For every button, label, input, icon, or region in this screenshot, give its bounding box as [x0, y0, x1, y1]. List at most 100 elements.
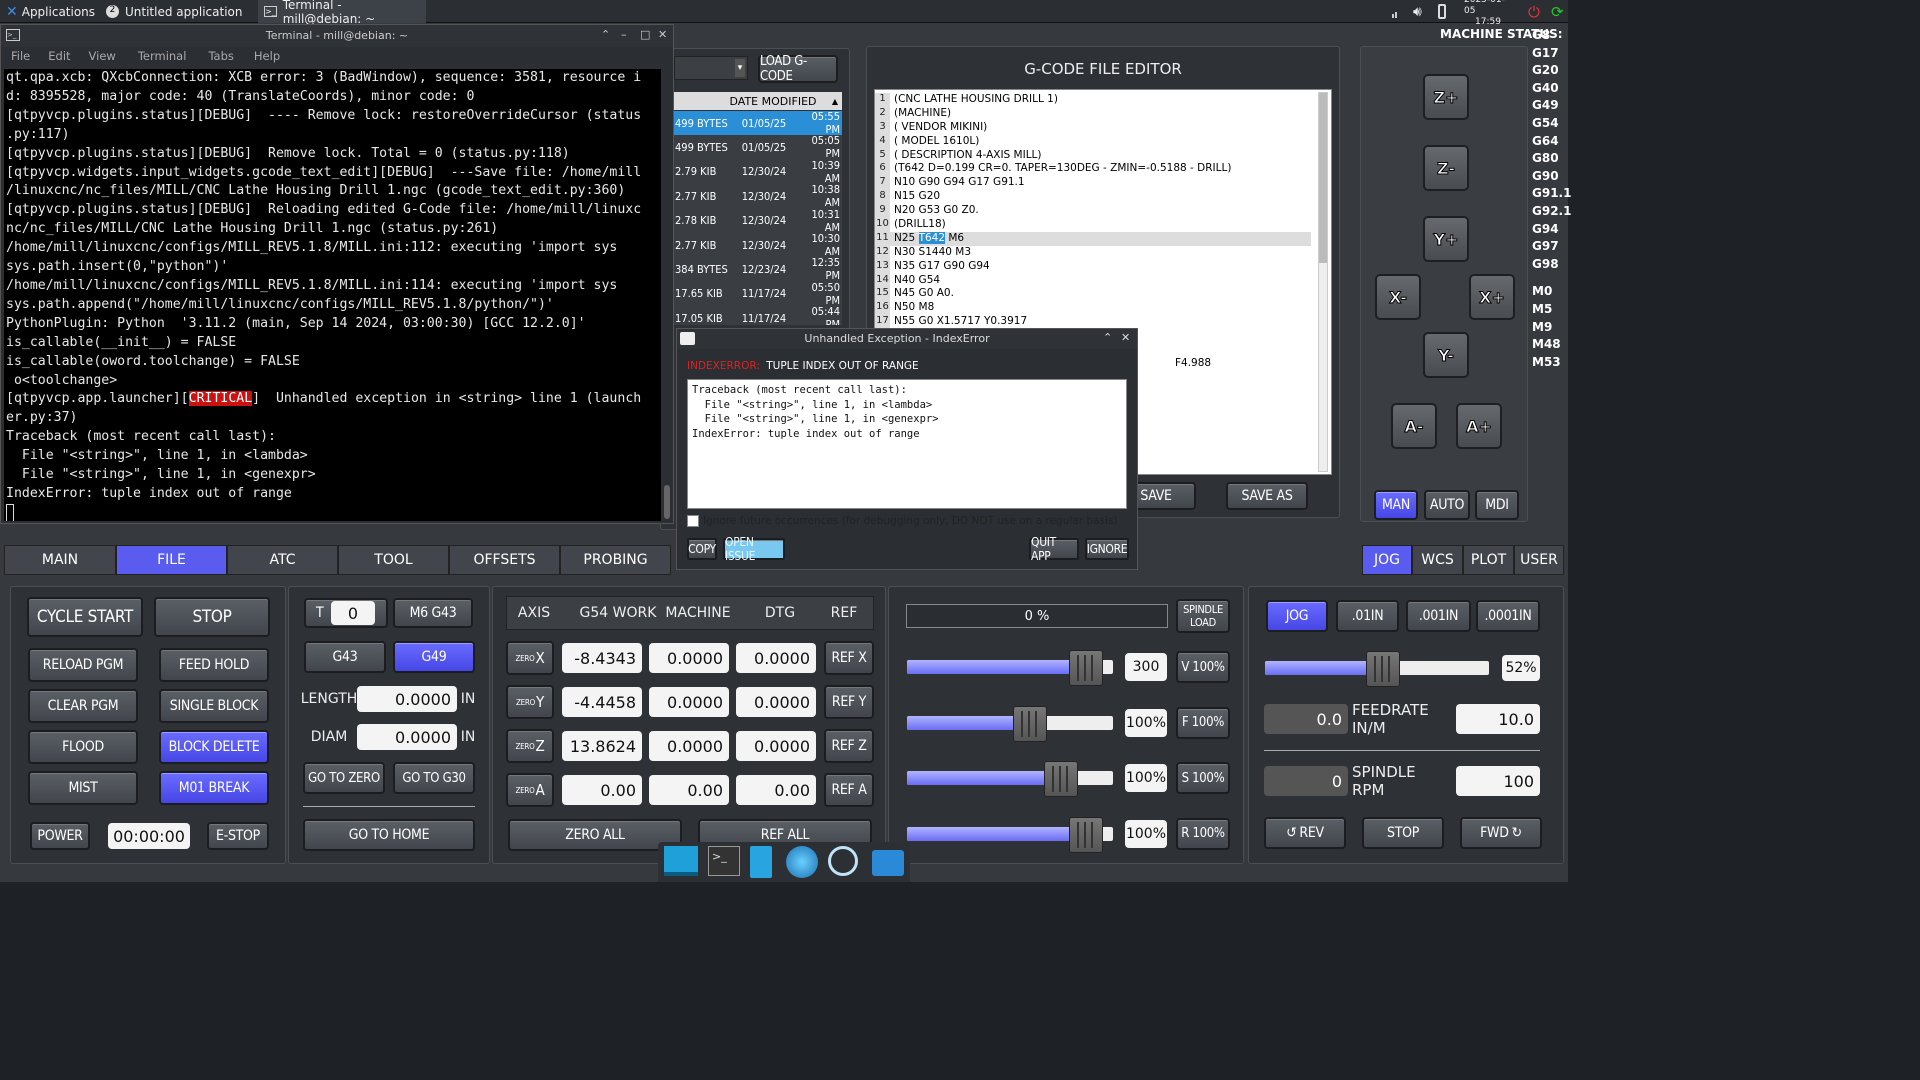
task-untitled[interactable]: 2 Untitled application	[100, 0, 250, 23]
gcode-line[interactable]: 1 (CNC LATHE HOUSING DRILL 1)	[875, 93, 1331, 107]
gcode-line[interactable]: 3( VENDOR MIKINI)	[875, 120, 1331, 135]
file-row[interactable]: 17.05 KIB 11/17/24 05:44 PM	[674, 305, 842, 325]
traceback-text[interactable]: Traceback (most recent call last): File …	[687, 379, 1127, 509]
ref-x-button[interactable]: REF X	[824, 641, 874, 675]
file-row[interactable]: 384 BYTES 12/23/24 12:35 PM	[674, 256, 842, 282]
ignore-checkbox[interactable]	[687, 515, 699, 527]
tool-number-input[interactable]: 0	[331, 601, 375, 625]
single-block-button[interactable]: SINGLE BLOCK	[159, 689, 269, 723]
g43-button[interactable]: G43	[304, 641, 386, 673]
spindle-stop-button[interactable]: STOP	[1362, 817, 1444, 849]
file-row[interactable]: 17.65 KIB 11/17/24 05:50 PM	[674, 281, 842, 307]
load-gcode-button[interactable]: LOAD G-CODE	[758, 54, 838, 84]
applications-menu[interactable]: ✕ Applications	[0, 0, 96, 23]
show-desktop-icon[interactable]	[664, 846, 698, 876]
zero-all-button[interactable]: ZERO ALL	[508, 819, 682, 851]
jog-inc-001-button[interactable]: .001IN	[1406, 600, 1471, 632]
menu-view[interactable]: View	[89, 49, 116, 67]
quit-app-button[interactable]: QUIT APP	[1029, 535, 1079, 563]
menu-terminal[interactable]: Terminal	[138, 49, 187, 67]
jog-inc-01-button[interactable]: .01IN	[1336, 600, 1399, 632]
tab-file[interactable]: FILE	[116, 545, 227, 575]
zero-x-button[interactable]: ZERO X	[506, 641, 554, 675]
gcode-line[interactable]: 10 (DRILL18)	[875, 218, 1331, 232]
g49-button[interactable]: G49	[393, 641, 475, 673]
volume-icon[interactable]: 🔊︎	[1407, 0, 1431, 23]
jog-speed-slider[interactable]	[1264, 651, 1490, 687]
jog-inc-0001-button[interactable]: .0001IN	[1476, 600, 1540, 632]
jog-z-minus-button[interactable]: Z-	[1423, 145, 1469, 191]
file-row[interactable]: 2.79 KIB 12/30/24 10:39 AM	[674, 159, 842, 185]
feed-override-slider[interactable]	[906, 705, 1114, 742]
jog-a-minus-button[interactable]: A-	[1391, 403, 1437, 449]
feed-override-reset-button[interactable]: F 100%	[1176, 706, 1230, 739]
gcode-line[interactable]: 16 N50 M8	[875, 301, 1331, 316]
jog-continuous-button[interactable]: JOG	[1266, 600, 1328, 632]
zero-a-button[interactable]: ZERO A	[506, 773, 554, 807]
menu-edit[interactable]: Edit	[48, 49, 70, 67]
mode-auto-button[interactable]: AUTO	[1424, 490, 1470, 520]
tab-jog[interactable]: JOG	[1362, 545, 1412, 575]
file-row[interactable]: 499 BYTES 01/05/25 05:05 PM	[674, 134, 842, 160]
tab-tool[interactable]: TOOL	[338, 545, 449, 575]
menu-tabs[interactable]: Tabs	[208, 49, 233, 67]
file-row[interactable]: 499 BYTES 01/05/25 05:55 PM	[674, 111, 842, 136]
network-icon[interactable]	[1385, 0, 1403, 23]
clock[interactable]: 2025-01-05 17:59	[1458, 0, 1518, 27]
gcode-line[interactable]: 7 N10 G90 G94 G17 G91.1	[875, 176, 1331, 191]
flood-button[interactable]: FLOOD	[28, 730, 138, 764]
file-manager-icon[interactable]	[750, 846, 772, 878]
spindle-rev-button[interactable]: ↺ REV	[1264, 817, 1346, 849]
tab-plot[interactable]: PLOT	[1463, 545, 1514, 575]
chevron-up-icon[interactable]: ⌃	[1103, 331, 1112, 344]
slider-handle[interactable]	[1068, 650, 1103, 686]
task-terminal[interactable]: >_ Terminal - mill@debian: ~	[258, 0, 426, 26]
mode-mdi-button[interactable]: MDI	[1475, 490, 1519, 520]
m01-break-button[interactable]: M01 BREAK	[159, 771, 269, 805]
clear-pgm-button[interactable]: CLEAR PGM	[28, 689, 138, 723]
gcode-line[interactable]: 11 N25 T642 M6	[875, 231, 1311, 246]
scrollbar[interactable]	[1318, 92, 1328, 472]
file-path-combo[interactable]: ▾	[674, 56, 748, 80]
save-as-button[interactable]: SAVE AS	[1226, 482, 1308, 510]
mode-man-button[interactable]: MAN	[1374, 490, 1418, 520]
tab-atc[interactable]: ATC	[227, 545, 338, 575]
feed-hold-button[interactable]: FEED HOLD	[159, 648, 269, 682]
gcode-line[interactable]: 14 N40 G54	[875, 273, 1331, 288]
block-delete-button[interactable]: BLOCK DELETE	[159, 730, 269, 764]
date-modified-header[interactable]: DATE MODIFIED ▲	[674, 92, 842, 110]
close-icon[interactable]: ✕	[1121, 331, 1130, 344]
tab-offsets[interactable]: OFFSETS	[449, 545, 560, 575]
tab-probing[interactable]: PROBING	[560, 545, 671, 575]
ref-y-button[interactable]: REF Y	[824, 685, 874, 719]
jog-x-minus-button[interactable]: X-	[1375, 274, 1421, 320]
gcode-line[interactable]: 6 (T642 D=0.199 CR=0. TAPER=130DEG - ZMIN…	[875, 162, 1331, 177]
spindle-override-slider[interactable]	[906, 761, 1114, 797]
jog-z-plus-button[interactable]: Z+	[1423, 74, 1469, 120]
chevron-up-icon[interactable]: ⌃	[601, 28, 610, 41]
slider-handle[interactable]	[1365, 651, 1400, 687]
refresh-icon[interactable]: ⟳	[1545, 0, 1567, 23]
tab-user[interactable]: USER	[1514, 545, 1564, 575]
maximize-icon[interactable]: □	[640, 28, 650, 41]
mist-button[interactable]: MIST	[28, 771, 138, 805]
search-icon[interactable]	[828, 846, 858, 876]
estop-button[interactable]: E-STOP	[207, 822, 269, 850]
spindle-rpm-input[interactable]: 100	[1456, 766, 1540, 796]
battery-icon[interactable]	[1432, 0, 1452, 23]
close-icon[interactable]: ✕	[658, 28, 667, 41]
file-row[interactable]: 2.77 KIB 12/30/24 10:38 AM	[674, 183, 842, 209]
menu-file[interactable]: File	[11, 49, 30, 67]
m6-g43-button[interactable]: M6 G43	[393, 598, 473, 628]
go-to-g30-button[interactable]: GO TO G30	[393, 762, 475, 794]
power-off-icon[interactable]: ⏻	[1522, 0, 1544, 23]
rapid-override-reset-button[interactable]: V 100%	[1176, 651, 1230, 683]
reload-pgm-button[interactable]: RELOAD PGM	[28, 648, 138, 682]
rapid-max-override-slider[interactable]	[906, 816, 1114, 853]
ref-z-button[interactable]: REF Z	[824, 729, 874, 763]
gcode-line[interactable]: 13 N35 G17 G90 G94	[875, 259, 1331, 274]
slider-handle[interactable]	[1043, 761, 1078, 797]
rapid-max-override-reset-button[interactable]: R 100%	[1176, 817, 1230, 850]
slider-handle[interactable]	[1012, 705, 1047, 742]
gcode-line[interactable]: 15 N45 G0 A0.	[875, 287, 1331, 302]
